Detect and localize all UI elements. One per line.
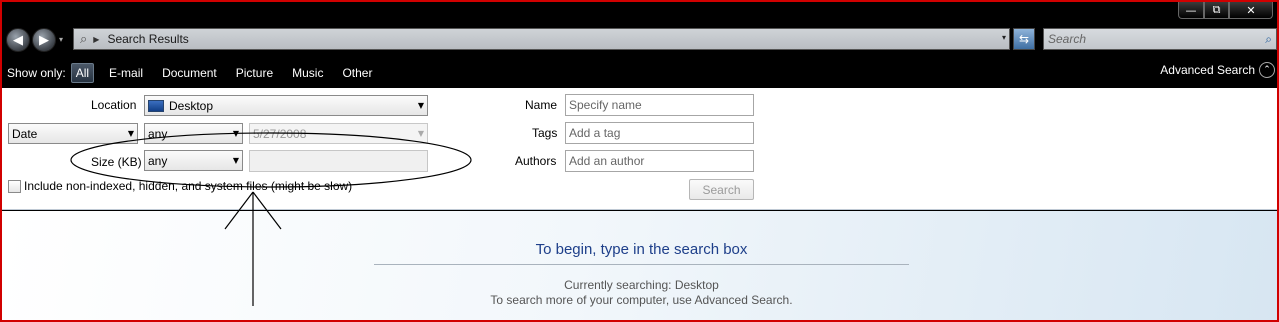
include-nonindexed-label[interactable]: Include non-indexed, hidden, and system … [24, 179, 352, 193]
date-condition-value: any [148, 126, 168, 141]
explorer-window: — ⧉ ✕ ◀ ▶ ▾ ⌕ ▶ Search Results ▾ ⇆ Searc… [0, 0, 1279, 322]
size-condition-value: any [148, 153, 168, 168]
size-condition-select[interactable]: any ▼ [144, 150, 243, 171]
back-arrow-icon: ◀ [13, 32, 23, 48]
tags-field[interactable]: Add a tag [565, 122, 754, 144]
magnifier-icon[interactable]: ⌕ [1265, 32, 1272, 47]
chevron-down-icon: ▼ [127, 129, 134, 138]
search-button[interactable]: Search [689, 179, 754, 200]
chevron-down-icon: ▼ [417, 101, 424, 110]
desktop-icon [148, 99, 164, 112]
chevron-up-icon: ⌃ [1259, 62, 1275, 78]
maximize-button[interactable]: ⧉ [1204, 2, 1229, 19]
date-type-value: Date [12, 126, 38, 141]
close-button[interactable]: ✕ [1229, 2, 1273, 19]
date-type-select[interactable]: Date ▼ [8, 123, 138, 144]
tags-label: Tags [532, 126, 558, 140]
breadcrumb-search-results[interactable]: Search Results [107, 32, 188, 46]
authors-field[interactable]: Add an author [565, 150, 754, 172]
chevron-down-icon: ▼ [232, 156, 239, 165]
filter-picture[interactable]: Picture [232, 64, 277, 82]
recent-pages-dropdown-icon[interactable]: ▾ [59, 35, 63, 44]
advanced-search-hint: To search more of your computer, use Adv… [490, 293, 793, 307]
currently-searching-text: Currently searching: Desktop [564, 278, 719, 292]
location-select[interactable]: Desktop ▼ [144, 95, 428, 116]
forward-arrow-icon: ▶ [39, 32, 49, 48]
empty-state-heading: To begin, type in the search box [535, 241, 748, 258]
results-area: To begin, type in the search box Current… [2, 211, 1277, 320]
show-only-label: Show only: [7, 65, 66, 80]
advanced-search-label: Advanced Search [1160, 63, 1255, 77]
size-value-field[interactable] [249, 150, 428, 172]
location-label: Location [91, 98, 137, 112]
location-value: Desktop [169, 98, 214, 113]
include-nonindexed-checkbox[interactable] [8, 180, 21, 193]
size-label: Size (KB) [91, 155, 142, 169]
filter-all[interactable]: All [70, 62, 95, 83]
minimize-button[interactable]: — [1178, 2, 1204, 19]
address-bar[interactable]: ⌕ ▶ Search Results ▾ [73, 28, 1010, 50]
search-input[interactable]: Search ⌕ [1043, 28, 1277, 50]
authors-label: Authors [515, 154, 557, 168]
name-field[interactable]: Specify name [565, 94, 754, 116]
filter-email[interactable]: E-mail [105, 64, 147, 82]
advanced-search-pane: Location Desktop ▼ Date ▼ any ▼ 5/27/200… [2, 88, 1277, 210]
date-condition-select[interactable]: any ▼ [144, 123, 243, 144]
date-value: 5/27/2008 [253, 126, 307, 141]
refresh-icon: ⇆ [1018, 32, 1030, 46]
back-button[interactable]: ◀ [6, 28, 30, 52]
search-placeholder: Search [1048, 32, 1087, 46]
refresh-button[interactable]: ⇆ [1013, 28, 1035, 50]
name-label: Name [525, 98, 558, 112]
breadcrumb-arrow-icon[interactable]: ▶ [93, 35, 99, 44]
chevron-down-icon: ▼ [417, 129, 424, 138]
filter-bar: Show only: All E-mail Document Picture M… [2, 58, 1277, 87]
filter-other[interactable]: Other [338, 64, 376, 82]
search-icon: ⌕ [80, 31, 88, 47]
forward-button[interactable]: ▶ [32, 28, 56, 52]
filter-document[interactable]: Document [158, 64, 221, 82]
chevron-down-icon: ▼ [232, 129, 239, 138]
address-dropdown-icon[interactable]: ▾ [1002, 33, 1006, 42]
advanced-search-toggle[interactable]: Advanced Search ⌃ [1160, 62, 1275, 78]
divider [374, 264, 909, 265]
filter-music[interactable]: Music [288, 64, 327, 82]
window-controls: — ⧉ ✕ [1178, 2, 1273, 19]
date-value-picker[interactable]: 5/27/2008 ▼ [249, 123, 428, 144]
